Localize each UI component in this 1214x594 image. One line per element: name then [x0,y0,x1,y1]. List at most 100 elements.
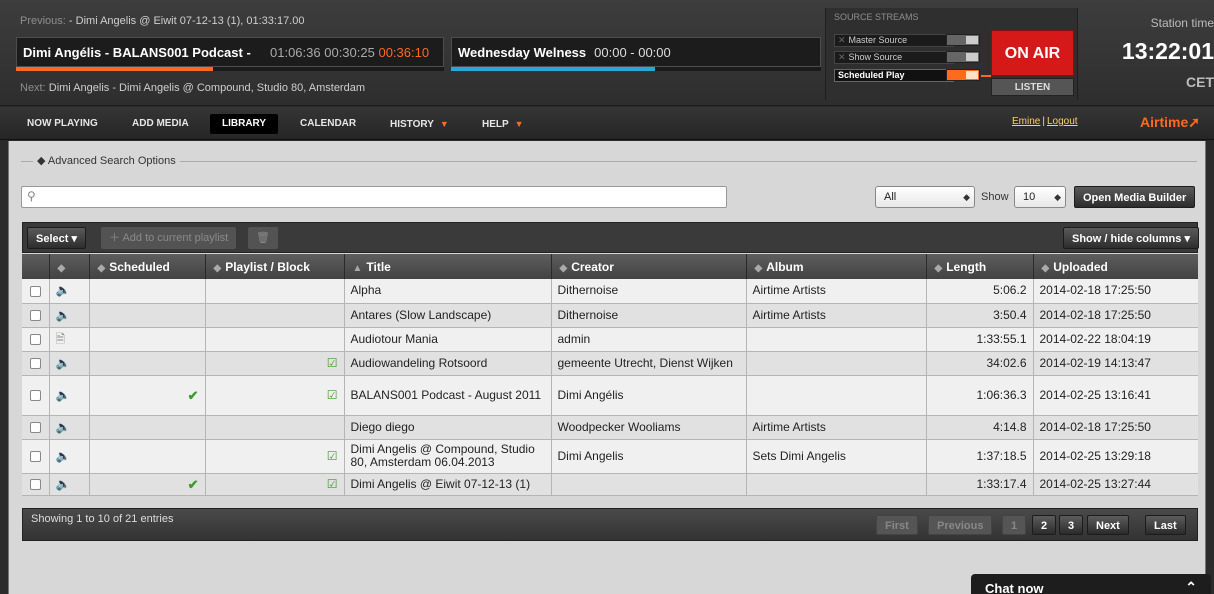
entries-info: Showing 1 to 10 of 21 entries [31,513,174,525]
speaker-icon: 🔈 [55,419,71,434]
listen-button[interactable]: LISTEN [991,78,1074,96]
creator-cell: Dimi Angélis [551,375,747,416]
row-checkbox-cell[interactable] [22,415,50,440]
row-checkbox[interactable] [29,333,41,345]
row-checkbox-cell[interactable] [22,351,50,376]
column-header-uploaded[interactable]: ◆ Uploaded [1033,254,1198,279]
uploaded-cell: 2014-02-18 17:25:50 [1033,415,1198,440]
select-button[interactable]: Select ▾ [27,227,87,249]
pagination-last[interactable]: Last [1145,515,1186,535]
playlist-icon: ☑ [326,448,338,463]
speaker-icon: 🔈 [55,307,71,322]
row-checkbox[interactable] [29,309,41,321]
sort-asc-icon: ▲ [352,262,363,274]
table-row[interactable]: 🔈 ✔ ☑ BALANS001 Podcast - August 2011 Dimi A… [22,375,1198,416]
nav-calendar[interactable]: CALENDAR [288,114,368,134]
title-cell: Dimi Angelis @ Compound, Studio 80, Amst… [344,439,552,474]
row-checkbox[interactable] [29,389,41,401]
show-source-switch[interactable] [946,51,980,63]
show-label: Show [981,191,1009,203]
filter-select[interactable]: All ◆ [875,186,975,208]
chat-label: Chat now [985,581,1044,594]
table-row[interactable]: 🗎 Audiotour Mania admin 1:33:55.1 2014-02-22… [22,327,1198,352]
length-cell: 5:06.2 [926,279,1034,304]
nav-add-media[interactable]: ADD MEDIA [120,114,201,134]
station-time-value: 13:22:01 [1121,38,1214,64]
pagination-page-1[interactable]: 1 [1002,515,1027,535]
column-header-creator[interactable]: ◆ Creator [551,254,747,279]
show-source-row[interactable]: ✕ Show Source [834,51,954,64]
nav-help[interactable]: HELP ▼ [470,114,536,134]
column-header-length[interactable]: ◆ Length [926,254,1034,279]
playlist-cell: ☑ [205,375,345,416]
advanced-search-toggle[interactable]: ◆ Advanced Search Options [33,154,180,167]
column-header-select[interactable] [22,254,50,279]
logo-mark-icon: ➚ [1188,114,1200,130]
nav-history[interactable]: HISTORY ▼ [378,114,461,134]
nav-library[interactable]: LIBRARY [210,114,279,134]
row-checkbox[interactable] [29,421,41,433]
file-icon: 🗎 [55,331,66,346]
row-checkbox[interactable] [29,357,41,369]
table-row[interactable]: 🔈 ☑ Audiowandeling Rotsoord gemeente Utrech… [22,351,1198,376]
row-checkbox[interactable] [29,450,41,462]
creator-cell: Dimi Angelis [551,439,747,474]
table-row[interactable]: 🔈 Diego diego Woodpecker Wooliams Airtime A… [22,415,1198,440]
pagination-page-3[interactable]: 3 [1059,515,1084,535]
master-source-switch[interactable] [946,34,980,46]
scheduled-cell: ✔ [89,375,206,416]
row-checkbox-cell[interactable] [22,375,50,416]
column-header-scheduled[interactable]: ◆ Scheduled [89,254,206,279]
playlist-icon: ☑ [326,387,338,402]
table-row[interactable]: 🔈 ☑ Dimi Angelis @ Compound, Studio 80, Am… [22,439,1198,474]
chevron-up-icon[interactable]: ⌃ [1185,579,1197,594]
speaker-icon: 🔈 [55,387,71,402]
uploaded-cell: 2014-02-25 13:27:44 [1033,473,1198,496]
open-media-builder-button[interactable]: Open Media Builder [1074,186,1196,208]
master-source-row[interactable]: ✕ Master Source [834,34,954,47]
speaker-icon: 🔈 [55,448,71,463]
show-hide-columns-button[interactable]: Show / hide columns ▾ [1063,227,1199,249]
column-header-playlist[interactable]: ◆ Playlist / Block [205,254,345,279]
row-checkbox-cell[interactable] [22,439,50,474]
column-header-type[interactable]: ◆ [49,254,90,279]
row-checkbox-cell[interactable] [22,327,50,352]
table-row[interactable]: 🔈 Alpha Dithernoise Airtime Artists 5:06.2 20… [22,279,1198,304]
scheduled-play-switch[interactable] [946,69,980,81]
row-checkbox[interactable] [29,478,41,490]
row-checkbox-cell[interactable] [22,303,50,328]
column-header-album[interactable]: ◆ Album [746,254,927,279]
close-icon[interactable]: ✕ [838,52,846,62]
row-checkbox-cell[interactable] [22,279,50,304]
scheduled-play-row[interactable]: Scheduled Play [834,69,954,82]
playlist-icon: ☑ [326,476,338,491]
playlist-cell: ☑ [205,351,345,376]
logout-link[interactable]: Logout [1047,116,1078,127]
sort-icon: ◆ [213,262,222,274]
current-show-progress-fill [451,67,655,71]
pagination-first[interactable]: First [876,515,918,535]
column-header-title[interactable]: ▲ Title [344,254,552,279]
close-icon[interactable]: ✕ [838,35,846,45]
row-checkbox[interactable] [29,285,41,297]
scheduled-cell: ✔ [89,473,206,496]
uploaded-cell: 2014-02-18 17:25:50 [1033,303,1198,328]
pagination-next[interactable]: Next [1087,515,1129,535]
user-link[interactable]: Emine [1012,116,1040,127]
table-row[interactable]: 🔈 ✔ ☑ Dimi Angelis @ Eiwit 07-12-13 (1) 1:33… [22,473,1198,496]
pagination-page-2[interactable]: 2 [1032,515,1057,535]
add-to-playlist-button[interactable]: ＋ Add to current playlist [101,227,237,249]
title-cell: BALANS001 Podcast - August 2011 [344,375,552,416]
album-cell [746,351,927,376]
pagination-previous[interactable]: Previous [928,515,993,535]
title-cell: Diego diego [344,415,552,440]
sort-icon: ◆ [57,262,66,274]
library-table-wrapper: ◆ ◆ Scheduled ◆ Playlist / Block ▲ Title ◆ C… [22,254,1198,508]
nav-now-playing[interactable]: NOW PLAYING [15,114,110,134]
table-row[interactable]: 🔈 Antares (Slow Landscape) Dithernoise Airt… [22,303,1198,328]
delete-button[interactable]: 🗑 [248,227,278,249]
search-input[interactable] [21,186,727,208]
page-size-select[interactable]: 10 ◆ [1014,186,1066,208]
chat-widget[interactable]: Chat now ⌃ [971,574,1211,594]
row-checkbox-cell[interactable] [22,473,50,496]
